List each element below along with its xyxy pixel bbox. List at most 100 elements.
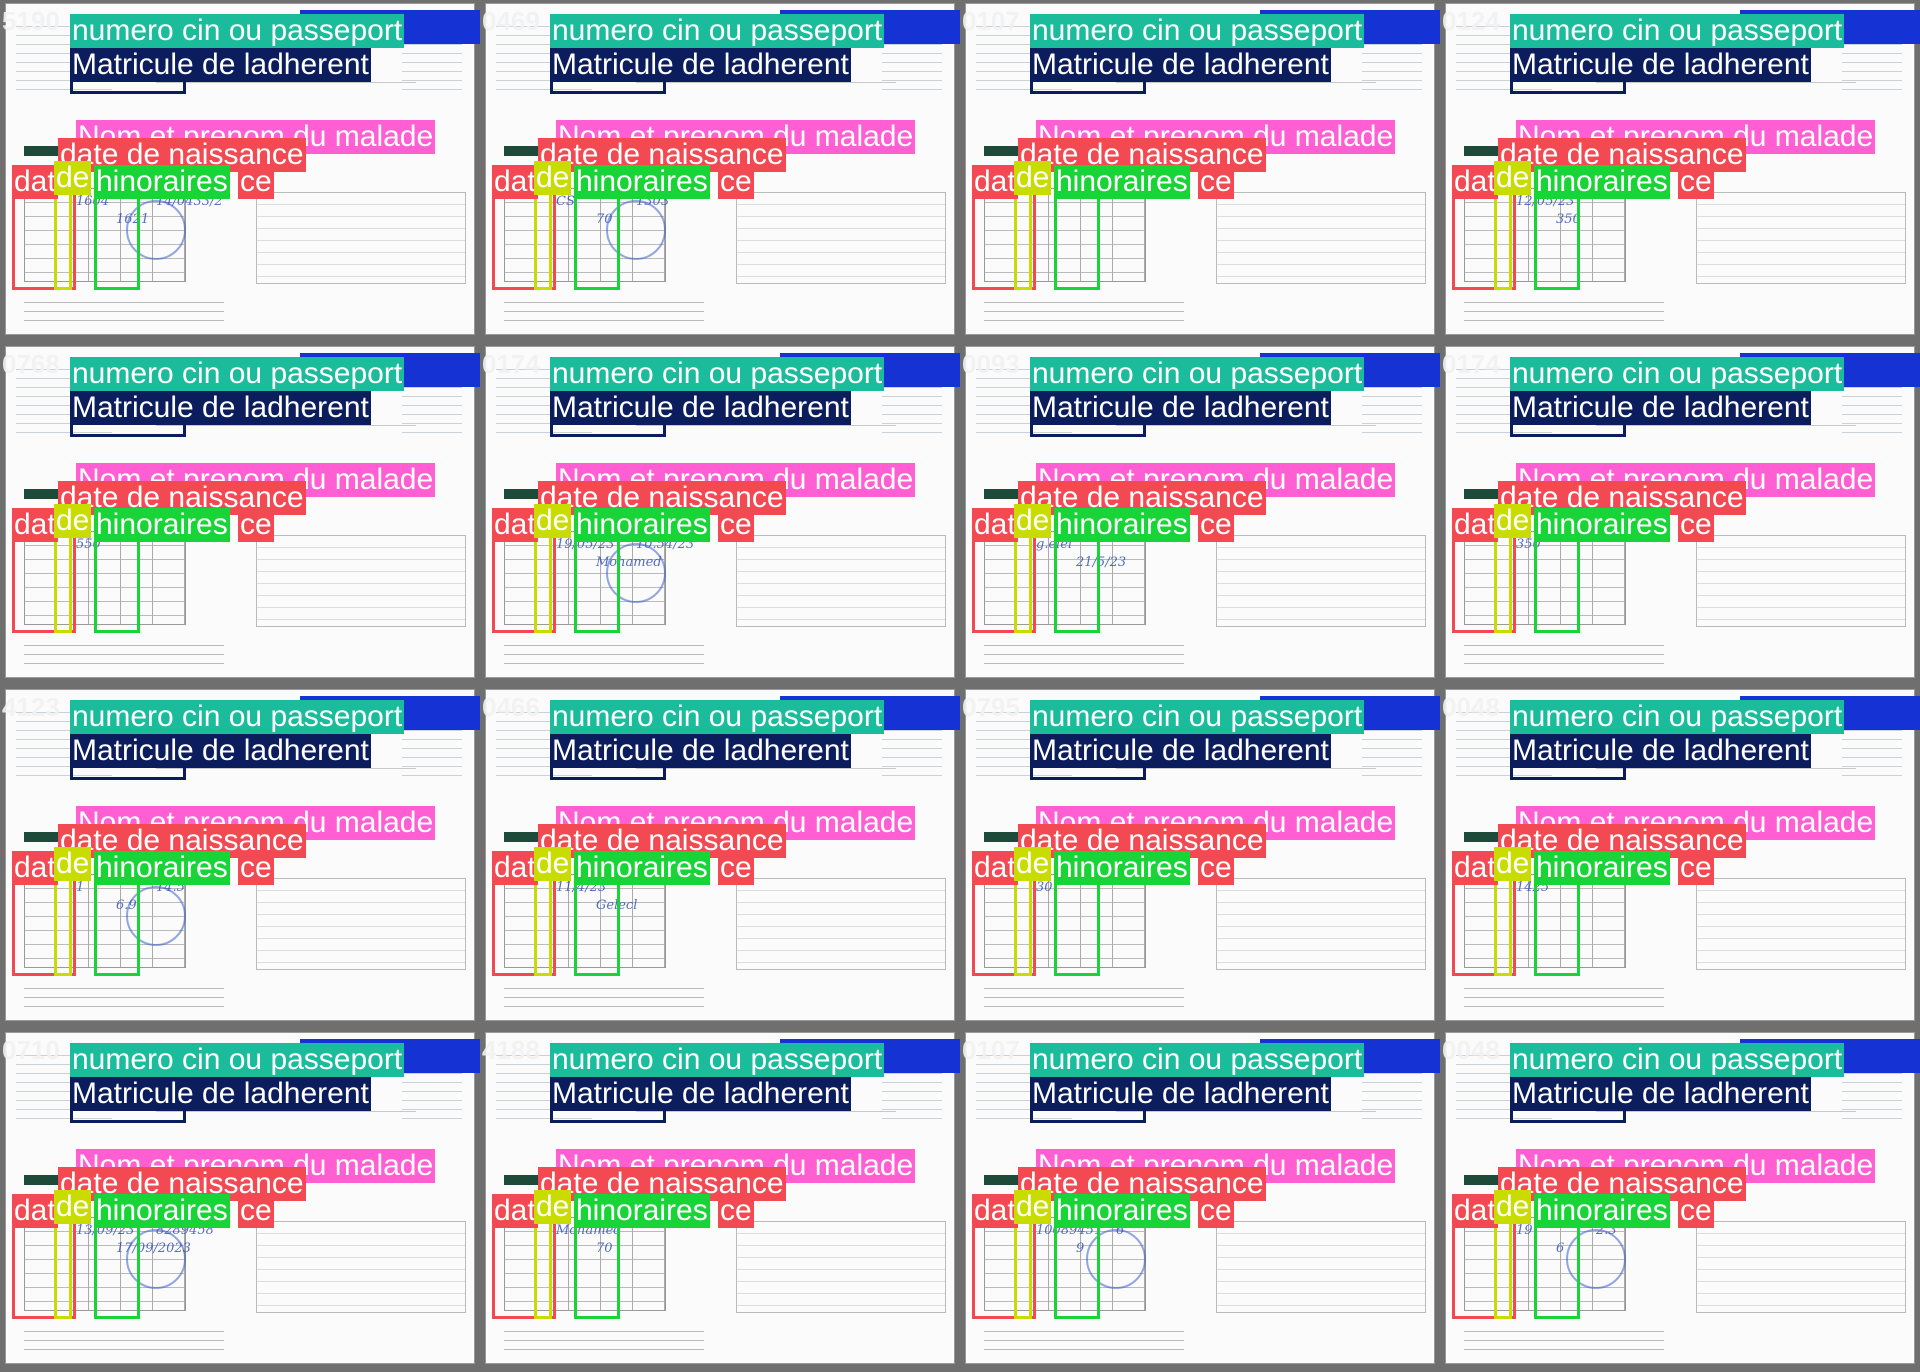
label-matricule: Matricule de ladherent: [1030, 48, 1331, 82]
label-numero-cin: numero cin ou passeport: [70, 1043, 405, 1077]
handwritten-value: CS: [556, 194, 575, 209]
label-numero-cin: numero cin ou passeport: [550, 700, 885, 734]
signature-row: [156, 1111, 416, 1118]
label-matricule: Matricule de ladherent: [70, 734, 371, 768]
label-date-suffix: ce: [718, 165, 754, 199]
document-tile: 0107 erent numero cin ou passeport Matri…: [960, 0, 1440, 343]
label-de: de: [1494, 847, 1532, 881]
label-date-suffix: ce: [1198, 851, 1234, 885]
label-matricule: Matricule de ladherent: [1510, 1077, 1811, 1111]
label-date-suffix: ce: [238, 851, 274, 885]
visa-table: [736, 192, 946, 284]
tile-id: 0174: [482, 349, 540, 379]
footer-notes: [1464, 294, 1664, 324]
label-de: de: [534, 847, 572, 881]
label-date: dat: [492, 851, 538, 885]
label-matricule: Matricule de ladherent: [1510, 734, 1811, 768]
label-matricule: Matricule de ladherent: [550, 48, 851, 82]
document-tile: 1962.3 0048 erent numero cin ou passepor…: [1440, 1029, 1920, 1372]
label-date: dat: [492, 165, 538, 199]
label-numero-cin: numero cin ou passeport: [1510, 357, 1845, 391]
visa-table: [1696, 535, 1906, 627]
tile-id: 0048: [1442, 1035, 1500, 1065]
signature-row: [636, 82, 896, 89]
footer-notes: [24, 637, 224, 667]
footer-notes: [1464, 1323, 1664, 1353]
label-numero-cin: numero cin ou passeport: [70, 14, 405, 48]
label-matricule: Matricule de ladherent: [550, 734, 851, 768]
label-date: dat: [1452, 165, 1498, 199]
signature-row: [1116, 768, 1376, 775]
tile-id: 0124: [1442, 6, 1500, 36]
label-date-suffix: ce: [1198, 165, 1234, 199]
label-date-suffix: ce: [718, 508, 754, 542]
label-numero-cin: numero cin ou passeport: [1030, 700, 1365, 734]
label-honoraires: hinoraires: [1054, 508, 1190, 542]
label-date: dat: [1452, 1194, 1498, 1228]
visa-table: [1216, 192, 1426, 284]
visa-table: [1216, 535, 1426, 627]
label-date: dat: [972, 165, 1018, 199]
label-numero-cin: numero cin ou passeport: [1510, 1043, 1845, 1077]
label-date: dat: [972, 851, 1018, 885]
footer-notes: [504, 637, 704, 667]
document-tile: Mohamed70 4188 erent numero cin ou passe…: [480, 1029, 960, 1372]
label-de: de: [1494, 161, 1532, 195]
label-matricule: Matricule de ladherent: [1510, 48, 1811, 82]
tile-id: 0768: [2, 349, 60, 379]
document-tile: 1425 0048 erent numero cin ou passeport …: [1440, 686, 1920, 1029]
tile-id: 0469: [482, 6, 540, 36]
label-date-suffix: ce: [238, 165, 274, 199]
footer-notes: [504, 294, 704, 324]
document-tile: 350 0174 erent numero cin ou passeport M…: [1440, 343, 1920, 686]
label-date: dat: [492, 1194, 538, 1228]
detection-results-grid: 1604162114/0433/2 5190 erent numero cin …: [0, 0, 1920, 1372]
handwritten-value: 19: [1516, 1223, 1533, 1238]
label-de: de: [1014, 504, 1052, 538]
visa-table: [256, 1221, 466, 1313]
document-tile: 11/4/23Gelecl 0466 erent numero cin ou p…: [480, 686, 960, 1029]
label-de: de: [54, 161, 92, 195]
visa-table: [1696, 878, 1906, 970]
label-honoraires: hinoraires: [1054, 851, 1190, 885]
signature-row: [1596, 425, 1856, 432]
visa-table: [1216, 878, 1426, 970]
label-date-suffix: ce: [1678, 165, 1714, 199]
visa-table: [1696, 1221, 1906, 1313]
signature-row: [1116, 1111, 1376, 1118]
tile-id: 0466: [482, 692, 540, 722]
document-tile: 19/05/23Mohamed10.54/23 0174 erent numer…: [480, 343, 960, 686]
label-matricule: Matricule de ladherent: [550, 391, 851, 425]
label-de: de: [54, 847, 92, 881]
visa-table: [736, 535, 946, 627]
footer-notes: [504, 980, 704, 1010]
label-date: dat: [972, 508, 1018, 542]
label-date-suffix: ce: [238, 1194, 274, 1228]
label-matricule: Matricule de ladherent: [1510, 391, 1811, 425]
label-numero-cin: numero cin ou passeport: [70, 357, 405, 391]
document-tile: 550 0768 erent numero cin ou passeport M…: [0, 343, 480, 686]
label-honoraires: hinoraires: [1534, 1194, 1670, 1228]
document-tile: g.elel21/5/23 0093 erent numero cin ou p…: [960, 343, 1440, 686]
label-numero-cin: numero cin ou passeport: [550, 357, 885, 391]
tile-id: 0107: [962, 1035, 1020, 1065]
label-honoraires: hinoraires: [1534, 165, 1670, 199]
label-numero-cin: numero cin ou passeport: [550, 14, 885, 48]
document-tile: 16.914.5 4123 erent numero cin ou passep…: [0, 686, 480, 1029]
label-matricule: Matricule de ladherent: [70, 1077, 371, 1111]
label-de: de: [1494, 1190, 1532, 1224]
label-date-suffix: ce: [1678, 1194, 1714, 1228]
signature-row: [1116, 425, 1376, 432]
signature-row: [1116, 82, 1376, 89]
label-date: dat: [12, 1194, 58, 1228]
label-de: de: [1494, 504, 1532, 538]
label-honoraires: hinoraires: [574, 851, 710, 885]
label-honoraires: hinoraires: [574, 165, 710, 199]
visa-table: [256, 535, 466, 627]
label-de: de: [1014, 847, 1052, 881]
tile-id: 4123: [2, 692, 60, 722]
label-matricule: Matricule de ladherent: [1030, 734, 1331, 768]
footer-notes: [984, 1323, 1184, 1353]
label-date-suffix: ce: [1678, 851, 1714, 885]
signature-row: [1596, 82, 1856, 89]
